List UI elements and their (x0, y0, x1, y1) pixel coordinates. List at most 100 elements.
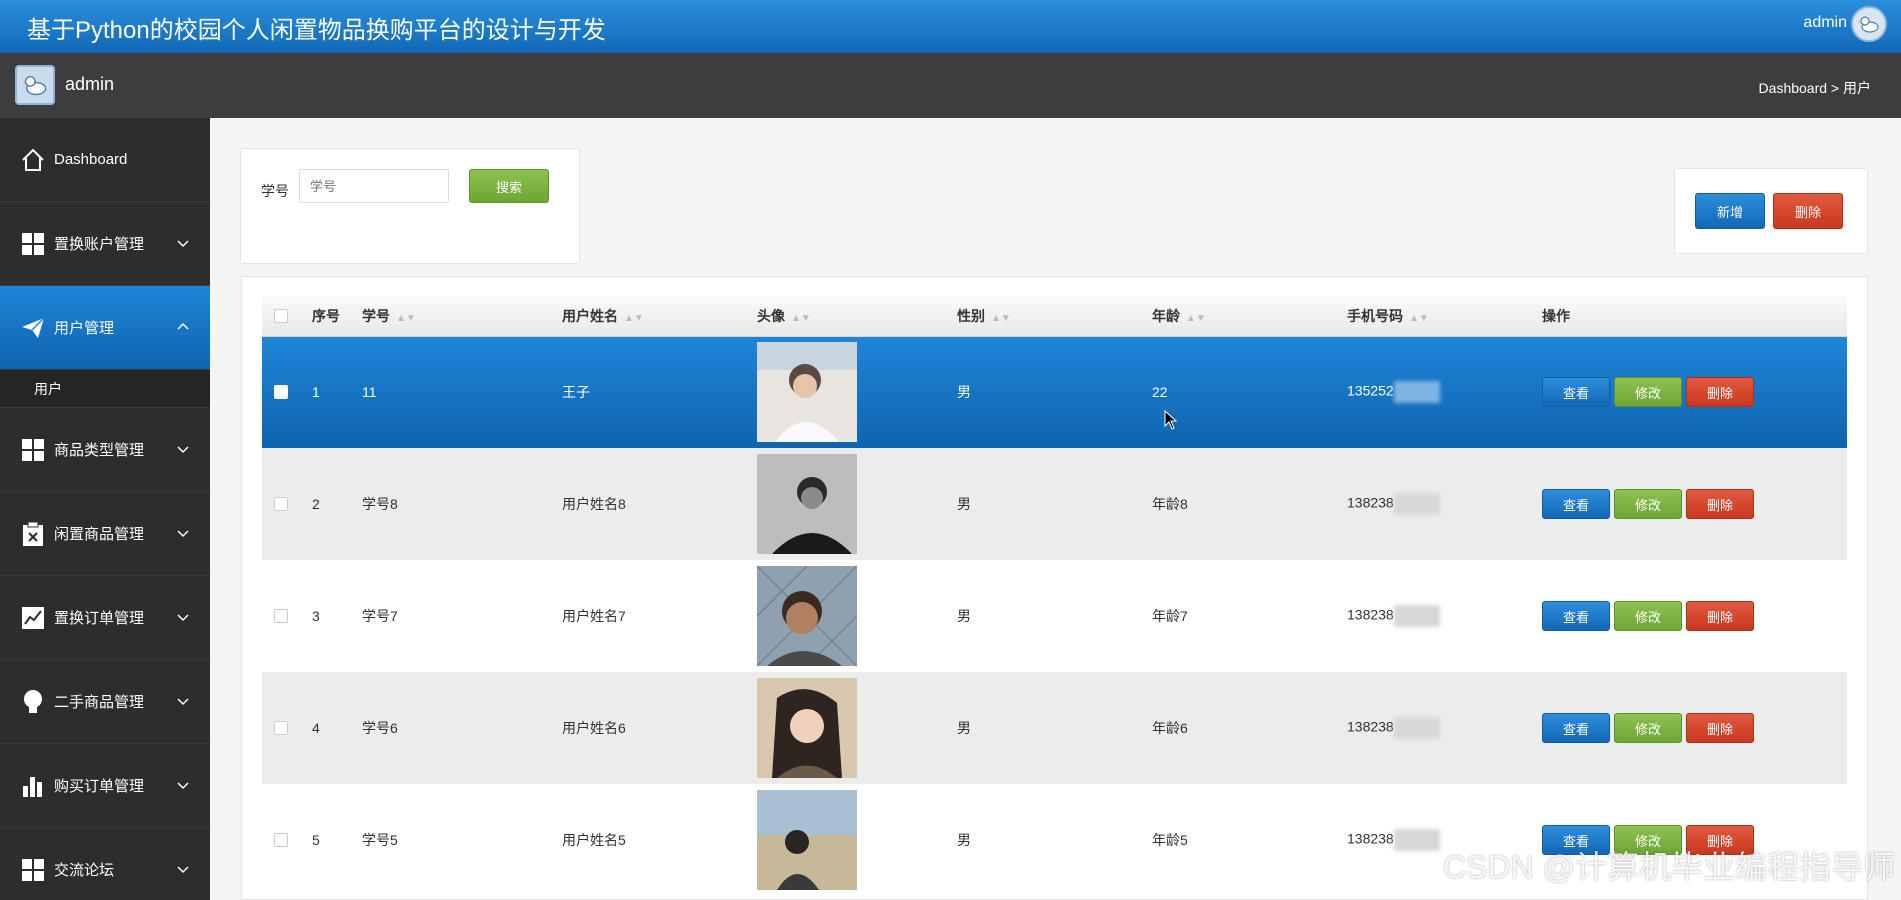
sidebar-item-forum[interactable]: 交流论坛 (0, 828, 210, 900)
row-checkbox[interactable] (274, 385, 288, 400)
admin-avatar (15, 65, 55, 105)
col-header-actions: 操作 (1542, 296, 1847, 337)
chevron-down-icon (177, 614, 189, 622)
select-all-cell[interactable] (262, 296, 312, 337)
col-header-gender[interactable]: 性别 ▲▼ (957, 296, 1152, 337)
sidebar-item-label: 用户管理 (54, 320, 115, 337)
user-avatar[interactable] (1851, 6, 1887, 42)
edit-button[interactable]: 修改 (1614, 377, 1682, 408)
search-button[interactable]: 搜索 (469, 169, 549, 203)
duck-icon (22, 76, 47, 96)
sidebar-item-label: 二手商品管理 (54, 694, 145, 711)
delete-button[interactable]: 删除 (1686, 377, 1754, 408)
lightbulb-icon (20, 689, 46, 715)
bar-chart-icon (20, 773, 46, 799)
cell-gender: 男 (957, 608, 971, 624)
col-header-index: 序号 (312, 296, 362, 337)
chevron-down-icon (177, 698, 189, 706)
cell-student-id: 学号8 (362, 496, 398, 512)
delete-button[interactable]: 删除 (1686, 601, 1754, 631)
cell-name: 用户姓名5 (562, 832, 626, 848)
view-button[interactable]: 查看 (1542, 489, 1610, 519)
table-row[interactable]: 3 学号7 用户姓名7 男 年龄7 138238 查看 修改 删除 (262, 560, 1847, 672)
chevron-down-icon (177, 782, 189, 790)
cell-age: 年龄6 (1152, 720, 1188, 736)
view-button[interactable]: 查看 (1542, 713, 1610, 743)
cell-index: 3 (312, 608, 320, 624)
grid-icon (20, 437, 46, 463)
sidebar-subitem-user[interactable]: 用户 (0, 370, 210, 408)
search-input[interactable] (299, 169, 449, 203)
sidebar-item-exchange-orders[interactable]: 置换订单管理 (0, 576, 210, 660)
header-username[interactable]: admin (1803, 14, 1847, 32)
edit-button[interactable]: 修改 (1614, 601, 1682, 631)
clipboard-icon (20, 521, 46, 547)
top-header: 基于Python的校园个人闲置物品换购平台的设计与开发 admin (0, 0, 1901, 53)
sidebar-item-exchange-account[interactable]: 置换账户管理 (0, 202, 210, 286)
add-button[interactable]: 新增 (1695, 193, 1765, 229)
sort-icon[interactable]: ▲▼ (624, 313, 644, 324)
edit-button[interactable]: 修改 (1614, 489, 1682, 519)
sidebar-item-dashboard[interactable]: Dashboard (0, 118, 210, 202)
sidebar-item-label: 闲置商品管理 (54, 526, 145, 543)
table-row[interactable]: 1 11 王子 男 22 135252 查看 修改 删除 (262, 336, 1847, 448)
sidebar-item-label: 交流论坛 (54, 862, 115, 879)
chevron-down-icon (177, 240, 189, 248)
view-button[interactable]: 查看 (1542, 377, 1610, 408)
paper-plane-icon (20, 315, 46, 341)
col-header-avatar[interactable]: 头像 ▲▼ (757, 296, 957, 337)
view-button[interactable]: 查看 (1542, 601, 1610, 631)
cell-age: 年龄8 (1152, 496, 1188, 512)
table-header-row: 序号 学号 ▲▼ 用户姓名 ▲▼ 头像 ▲▼ 性别 ▲▼ 年龄 ▲▼ 手机号码 ▲▼ 操作 (262, 296, 1847, 337)
sidebar-item-label: 置换账户管理 (54, 236, 145, 253)
cell-phone: 138238 (1347, 448, 1542, 560)
table-row[interactable]: 4 学号6 用户姓名6 男 年龄6 138238 查看 修改 删除 (262, 672, 1847, 784)
sidebar-item-product-type[interactable]: 商品类型管理 (0, 408, 210, 492)
sidebar-item-second-hand[interactable]: 二手商品管理 (0, 660, 210, 744)
cell-index: 5 (312, 832, 320, 848)
bulk-delete-button[interactable]: 删除 (1773, 193, 1843, 229)
row-checkbox[interactable] (274, 497, 288, 511)
sort-icon[interactable]: ▲▼ (791, 313, 811, 324)
col-header-age[interactable]: 年龄 ▲▼ (1152, 296, 1347, 337)
delete-button[interactable]: 删除 (1686, 713, 1754, 743)
sidebar-item-purchase-orders[interactable]: 购买订单管理 (0, 744, 210, 828)
sort-icon[interactable]: ▲▼ (1186, 313, 1206, 324)
row-checkbox[interactable] (274, 609, 288, 623)
cell-gender: 男 (957, 496, 971, 512)
row-checkbox[interactable] (274, 721, 288, 735)
chevron-down-icon (177, 446, 189, 454)
avatar-photo (757, 790, 857, 890)
sort-icon[interactable]: ▲▼ (991, 313, 1011, 324)
cell-age: 年龄5 (1152, 832, 1188, 848)
cell-name: 用户姓名8 (562, 496, 626, 512)
select-all-checkbox[interactable] (274, 308, 288, 323)
search-label: 学号 (261, 183, 289, 199)
sort-icon[interactable]: ▲▼ (396, 313, 416, 324)
sidebar-item-label: Dashboard (54, 151, 128, 168)
sidebar: Dashboard 置换账户管理 用户管理 用户 商品类型管理 闲置商品管理 置… (0, 118, 210, 900)
sort-icon[interactable]: ▲▼ (1409, 313, 1429, 324)
watermark: CSDN @计算机毕业编程指导师 (1442, 849, 1895, 885)
cell-index: 1 (312, 384, 320, 401)
mouse-cursor-icon (1164, 410, 1178, 430)
grid-icon (20, 857, 46, 883)
chevron-down-icon (177, 530, 189, 538)
breadcrumb[interactable]: Dashboard > 用户 (1759, 78, 1871, 98)
row-checkbox[interactable] (274, 833, 288, 847)
col-header-name[interactable]: 用户姓名 ▲▼ (562, 296, 757, 337)
sidebar-item-label: 商品类型管理 (54, 442, 145, 459)
cell-index: 2 (312, 496, 320, 512)
user-table: 序号 学号 ▲▼ 用户姓名 ▲▼ 头像 ▲▼ 性别 ▲▼ 年龄 ▲▼ 手机号码 ▲▼ 操作 … (262, 296, 1847, 896)
cell-name: 用户姓名7 (562, 608, 626, 624)
table-row[interactable]: 2 学号8 用户姓名8 男 年龄8 138238 查看 修改 删除 (262, 448, 1847, 560)
sidebar-item-user-management[interactable]: 用户管理 (0, 286, 210, 370)
col-header-student-id[interactable]: 学号 ▲▼ (362, 296, 562, 337)
col-header-phone[interactable]: 手机号码 ▲▼ (1347, 296, 1542, 337)
grid-icon (20, 231, 46, 257)
sidebar-item-idle-goods[interactable]: 闲置商品管理 (0, 492, 210, 576)
chevron-up-icon (177, 322, 189, 330)
edit-button[interactable]: 修改 (1614, 713, 1682, 743)
delete-button[interactable]: 删除 (1686, 489, 1754, 519)
cell-gender: 男 (957, 720, 971, 736)
